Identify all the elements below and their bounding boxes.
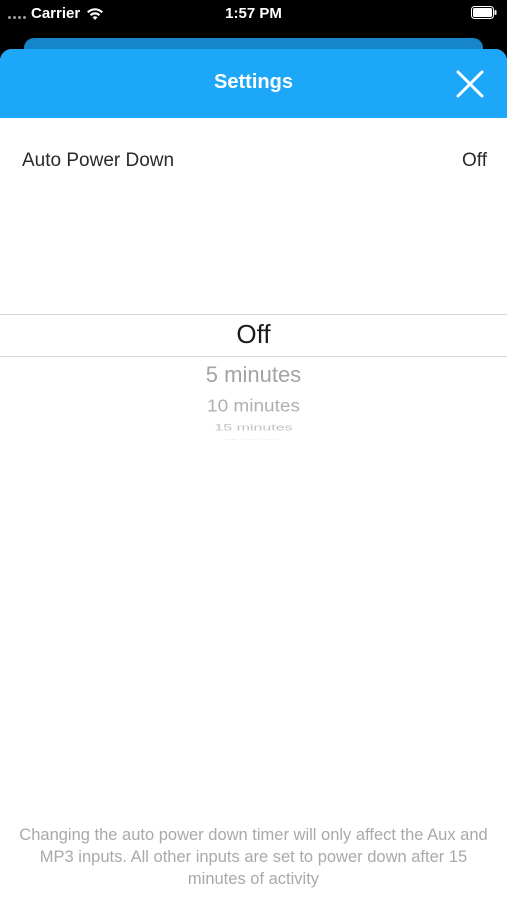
picker-option[interactable]: 5 minutes [0, 362, 507, 388]
picker-top-divider [0, 314, 507, 315]
close-icon[interactable] [455, 69, 485, 99]
auto-power-down-row[interactable]: Auto Power Down Off [0, 146, 507, 176]
picker-option[interactable]: 10 minutes [0, 397, 507, 417]
picker-option[interactable]: 15 minutes [0, 423, 507, 431]
status-time: 1:57 PM [225, 5, 282, 22]
power-down-picker[interactable]: Off 5 minutes 10 minutes 15 minutes 20 m… [0, 314, 507, 444]
setting-label: Auto Power Down [22, 150, 175, 171]
status-bar: Carrier 1:57 PM [0, 0, 507, 30]
header-bar: Settings [0, 49, 507, 118]
picker-option[interactable]: 20 minutes [0, 438, 507, 440]
picker-selected-option[interactable]: Off [0, 319, 507, 350]
picker-bottom-divider [0, 356, 507, 357]
setting-value: Off [462, 150, 487, 171]
battery-icon [471, 6, 497, 19]
settings-sheet: Settings Auto Power Down Off Off 5 minut… [0, 49, 507, 900]
page-title: Settings [214, 71, 293, 93]
footnote-text: Changing the auto power down timer will … [19, 826, 488, 888]
